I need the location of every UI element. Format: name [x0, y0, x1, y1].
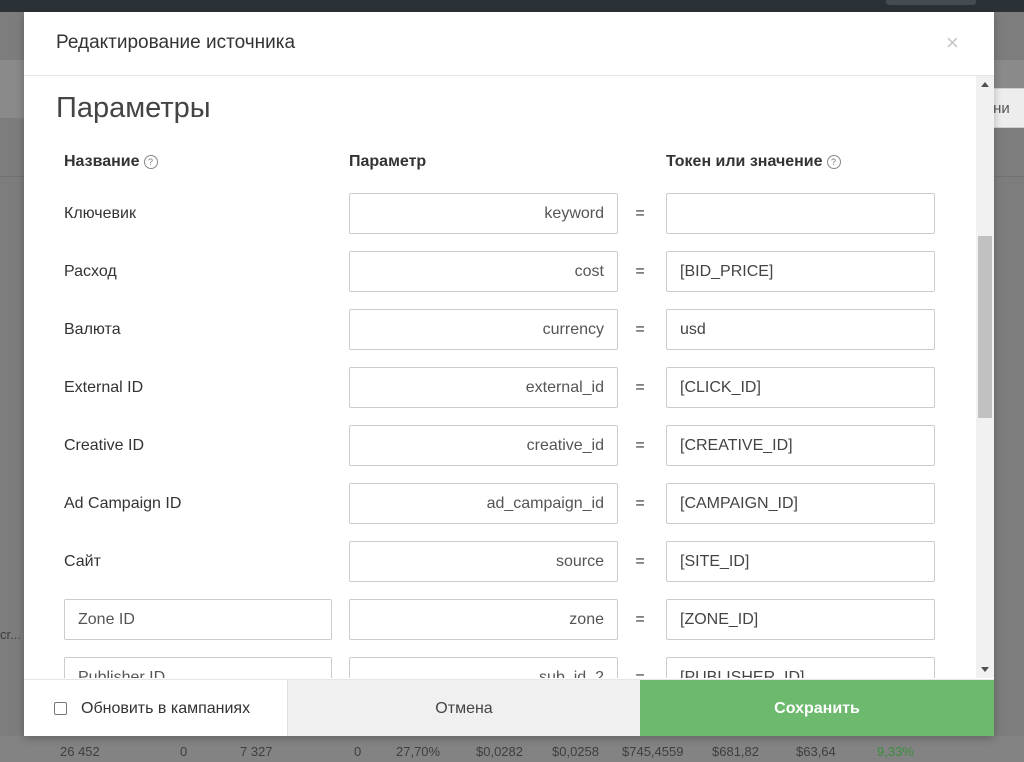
parameter-key-input[interactable]: external_id [349, 367, 618, 408]
scroll-thumb[interactable] [978, 236, 992, 418]
parameter-row: External ID external_id = [CLICK_ID] [24, 367, 976, 409]
background-table-cell: 26 452 [60, 744, 100, 759]
token-value-input[interactable]: [CAMPAIGN_ID] [666, 483, 935, 524]
parameter-name-label: External ID [64, 379, 144, 396]
column-header-token-label: Токен или значение [666, 153, 823, 170]
app-topbar [0, 0, 1024, 12]
scroll-up-arrow-icon[interactable] [981, 82, 989, 87]
modal-body: Параметры Название? Параметр Токен или з… [24, 76, 976, 678]
parameter-name-label: Расход [64, 263, 117, 280]
background-table-cell: $681,82 [712, 744, 759, 759]
parameter-row: Publisher ID sub_id_2 = [PUBLISHER_ID] [24, 657, 976, 678]
token-value-input[interactable]: [BID_PRICE] [666, 251, 935, 292]
parameter-key-input[interactable]: ad_campaign_id [349, 483, 618, 524]
parameter-key-input[interactable]: keyword [349, 193, 618, 234]
scroll-down-arrow-icon[interactable] [981, 667, 989, 672]
parameter-key-input[interactable]: currency [349, 309, 618, 350]
update-campaigns-label[interactable]: Обновить в кампаниях [81, 680, 250, 736]
equals-sign: = [635, 263, 645, 280]
equals-sign: = [635, 437, 645, 454]
equals-sign: = [635, 379, 645, 396]
parameter-key-input[interactable]: sub_id_2 [349, 657, 618, 678]
parameter-name-label: Ключевик [64, 205, 136, 222]
parameter-name-label: Валюта [64, 321, 121, 338]
parameter-row: Creative ID creative_id = [CREATIVE_ID] [24, 425, 976, 467]
parameter-name-label: Ad Campaign ID [64, 495, 182, 512]
background-table-cell: 7 327 [240, 744, 273, 759]
background-table-cell: 9,33% [877, 744, 914, 759]
column-header-token: Токен или значение? [666, 153, 841, 171]
parameter-row: Ad Campaign ID ad_campaign_id = [CAMPAIGN_I… [24, 483, 976, 525]
equals-sign: = [635, 553, 645, 570]
column-header-name: Название? [64, 153, 158, 171]
background-table-cell: $745,4559 [622, 744, 684, 759]
update-campaigns-checkbox[interactable] [54, 702, 67, 715]
cancel-button[interactable]: Отмена [287, 680, 640, 736]
parameter-row: Валюта currency = usd [24, 309, 976, 351]
parameter-name-input[interactable]: Zone ID [64, 599, 332, 640]
equals-sign: = [635, 321, 645, 338]
column-header-param: Параметр [349, 153, 427, 170]
parameter-key-input[interactable]: zone [349, 599, 618, 640]
help-icon[interactable]: ? [143, 155, 158, 169]
parameter-name-input[interactable]: Publisher ID [64, 657, 332, 678]
parameter-row: Zone ID zone = [ZONE_ID] [24, 599, 976, 641]
parameter-key-input[interactable]: cost [349, 251, 618, 292]
parameter-name-label: Сайт [64, 553, 101, 570]
token-value-input[interactable]: [CLICK_ID] [666, 367, 935, 408]
token-value-input[interactable] [666, 193, 935, 234]
equals-sign: = [635, 611, 645, 628]
parameter-row: Сайт source = [SITE_ID] [24, 541, 976, 583]
equals-sign: = [635, 495, 645, 512]
topbar-tab [886, 0, 976, 5]
token-value-input[interactable]: [SITE_ID] [666, 541, 935, 582]
column-header-name-label: Название [64, 153, 140, 170]
background-table-cell: $63,64 [796, 744, 836, 759]
token-value-input[interactable]: usd [666, 309, 935, 350]
parameter-row: Расход cost = [BID_PRICE] [24, 251, 976, 293]
modal-header: Редактирование источника × [24, 12, 994, 76]
edit-source-modal: Редактирование источника × Параметры Наз… [24, 12, 994, 736]
modal-footer: Обновить в кампаниях Отмена Сохранить [24, 679, 994, 736]
modal-title: Редактирование источника [56, 32, 296, 53]
parameter-key-input[interactable]: source [349, 541, 618, 582]
background-truncated-text: cr... [0, 627, 21, 642]
parameter-name-label: Creative ID [64, 437, 145, 454]
parameter-row: Ключевик keyword = [24, 193, 976, 235]
help-icon[interactable]: ? [826, 155, 841, 169]
close-icon[interactable]: × [946, 32, 959, 54]
modal-scrollbar[interactable] [976, 76, 994, 678]
equals-sign: = [635, 205, 645, 222]
background-table-cell: $0,0282 [476, 744, 523, 759]
background-table-cell: $0,0258 [552, 744, 599, 759]
update-campaigns-option[interactable]: Обновить в кампаниях [24, 680, 287, 736]
background-table-cell: 0 [354, 744, 362, 759]
background-table-cell: 27,70% [396, 744, 441, 759]
background-table-cell: 0 [180, 744, 188, 759]
token-value-input[interactable]: [CREATIVE_ID] [666, 425, 935, 466]
save-button[interactable]: Сохранить [640, 680, 994, 736]
section-title: Параметры [56, 92, 211, 124]
parameter-key-input[interactable]: creative_id [349, 425, 618, 466]
equals-sign: = [635, 669, 645, 678]
token-value-input[interactable]: [ZONE_ID] [666, 599, 935, 640]
token-value-input[interactable]: [PUBLISHER_ID] [666, 657, 935, 678]
